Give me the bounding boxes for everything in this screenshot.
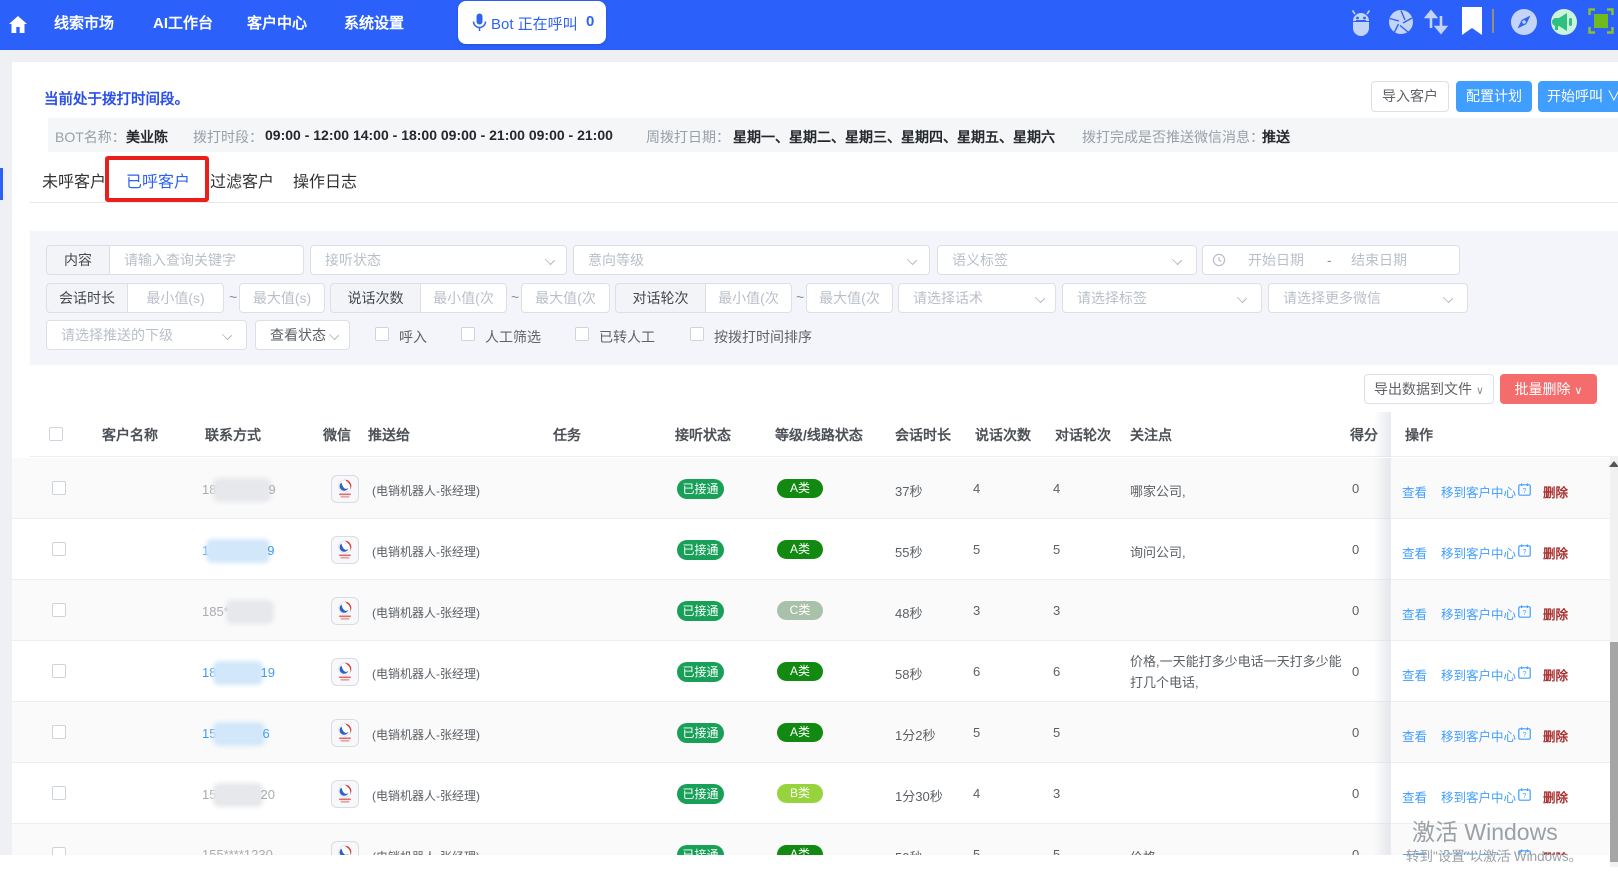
svg-text:?: ? [1523,732,1527,739]
svg-text:?: ? [1523,610,1527,617]
svg-text:?: ? [1523,549,1527,556]
svg-text:?: ? [1523,488,1527,495]
svg-text:?: ? [1523,793,1527,800]
svg-text:?: ? [1523,671,1527,678]
